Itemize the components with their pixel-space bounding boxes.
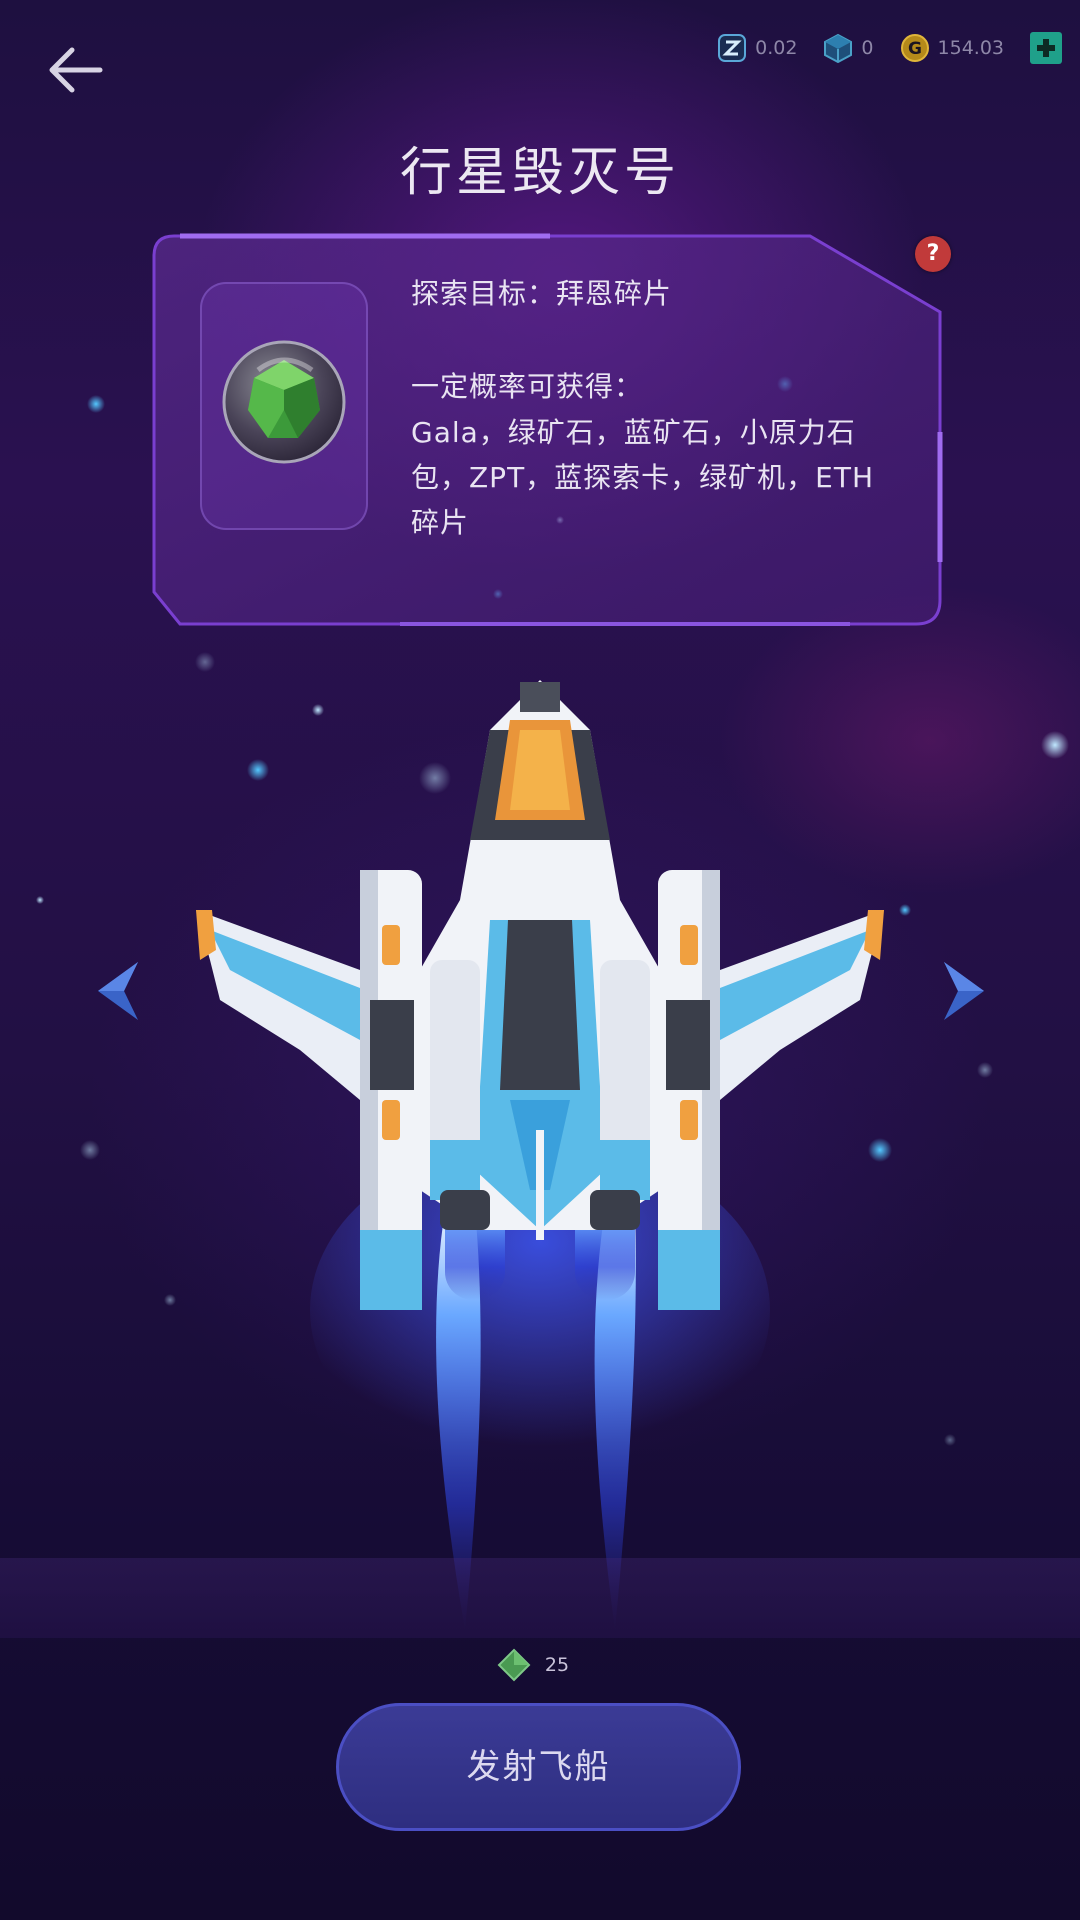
- help-button[interactable]: ?: [915, 236, 951, 272]
- launch-cost-value: 25: [544, 1654, 570, 1676]
- gold-coin-icon: G: [900, 34, 929, 62]
- arrow-left-icon: [49, 47, 103, 93]
- svg-text:G: G: [908, 39, 922, 59]
- explore-target-text: 探索目标：拜恩碎片: [411, 277, 673, 310]
- launch-platform: [0, 1558, 1080, 1638]
- launch-ship-button[interactable]: 发射飞船: [336, 1703, 741, 1831]
- green-gem-orb-icon: [222, 340, 346, 464]
- gold-value: 154.03: [937, 37, 1004, 59]
- green-diamond-icon: [497, 1648, 531, 1682]
- next-ship-button[interactable]: [938, 958, 988, 1024]
- prev-ship-button[interactable]: [94, 958, 144, 1024]
- add-currency-button[interactable]: [1030, 32, 1062, 64]
- rewards-list-text: Gala，绿矿石，蓝矿石，小原力石包，ZPT，蓝探索卡，绿矿机，ETH碎片: [411, 416, 875, 539]
- resource-crystal: 0: [823, 33, 874, 63]
- chevron-right-icon: [944, 962, 984, 1020]
- resource-gold: G 154.03: [900, 33, 1004, 63]
- zpt-value: 0.02: [755, 37, 798, 59]
- resource-zpt: 0.02: [717, 33, 797, 63]
- launch-cost: 25: [0, 1648, 1080, 1682]
- back-button[interactable]: [46, 44, 106, 96]
- spaceship-image: [196, 680, 884, 1630]
- page-title: 行星毁灭号: [399, 143, 680, 203]
- cube-crystal-icon: [824, 33, 853, 63]
- resource-bar: 0.02 0 G 154.03: [717, 26, 1080, 70]
- zpt-token-icon: [718, 34, 747, 62]
- chevron-left-icon: [98, 962, 138, 1020]
- chance-label: 一定概率可获得：: [411, 370, 644, 403]
- crystal-value: 0: [861, 37, 874, 59]
